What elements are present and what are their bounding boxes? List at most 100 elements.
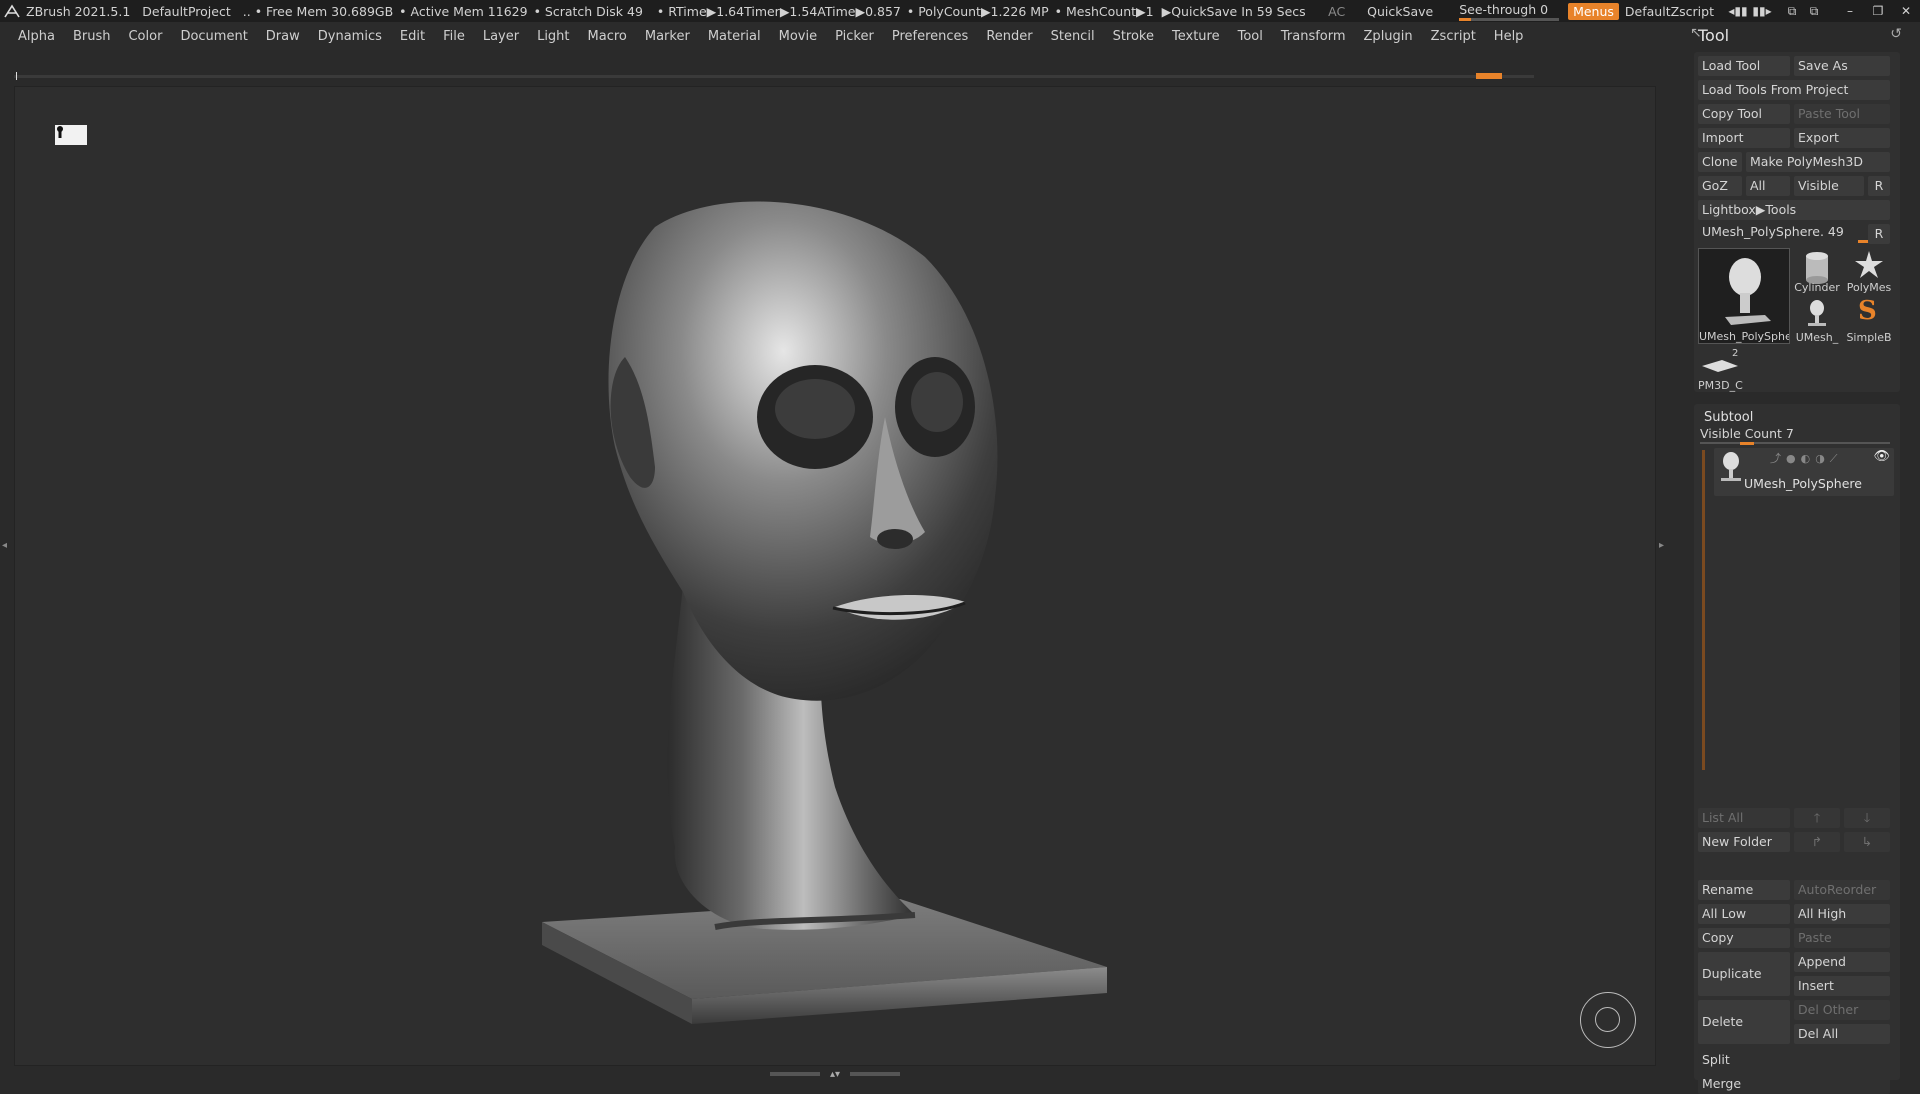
menus-button[interactable]: Menus [1568,2,1619,20]
menu-item-file[interactable]: File [443,29,465,44]
default-zscript-button[interactable]: DefaultZscript [1625,4,1714,19]
menu-item-stencil[interactable]: Stencil [1051,29,1095,44]
paste-tool-button[interactable]: Paste Tool [1794,104,1890,124]
perspective-toggle-icon[interactable] [55,125,87,145]
tool-thumb-polymesh[interactable]: PolyMes [1844,248,1894,294]
autoreorder-button[interactable]: AutoReorder [1794,880,1890,900]
import-button[interactable]: Import [1698,128,1790,148]
rename-button[interactable]: Rename [1698,880,1790,900]
all-low-button[interactable]: All Low [1698,904,1790,924]
see-through-slider[interactable]: See-through 0 [1459,2,1560,21]
duplicate-button[interactable]: Duplicate [1698,952,1790,996]
eye-icon[interactable]: 👁 [1873,449,1890,464]
layout-next-icon[interactable]: ▮▮▸ [1752,4,1772,18]
split-button[interactable]: Split [1698,1050,1890,1070]
menu-item-stroke[interactable]: Stroke [1113,29,1154,44]
all-high-button[interactable]: All High [1794,904,1890,924]
goz-button[interactable]: GoZ [1698,176,1742,196]
menu-item-help[interactable]: Help [1494,29,1524,44]
subtool-item[interactable]: ⤴●◐◑⟋ 👁 UMesh_PolySphere [1714,448,1894,496]
move-up-icon[interactable]: 🡑 [1794,808,1840,828]
timeline[interactable] [14,72,1534,82]
meshcount: • MeshCount▶1 [1054,3,1154,19]
tool-panel-title[interactable]: Tool [1698,26,1729,45]
load-tool-button[interactable]: Load Tool [1698,56,1790,76]
copy-tool-button[interactable]: Copy Tool [1698,104,1790,124]
tool-group: Load Tool Save As Load Tools From Projec… [1694,52,1900,392]
menu-item-marker[interactable]: Marker [645,29,690,44]
menu-item-transform[interactable]: Transform [1281,29,1346,44]
append-button[interactable]: Append [1794,952,1890,972]
menu-item-zplugin[interactable]: Zplugin [1364,29,1413,44]
ac-label[interactable]: AC [1328,4,1345,19]
tool-thumb-pm3d[interactable]: 2 PM3D_C [1698,346,1744,392]
menu-item-color[interactable]: Color [128,29,162,44]
navigation-gizmo-icon[interactable] [1580,992,1636,1048]
delete-button[interactable]: Delete [1698,1000,1790,1044]
make-polymesh3d-button[interactable]: Make PolyMesh3D [1746,152,1890,172]
goz-r-button[interactable]: R [1868,176,1890,196]
document-canvas[interactable] [14,86,1656,1066]
layout-icon[interactable]: ◂▮▮ [1728,4,1748,18]
tool-r-button[interactable]: R [1868,224,1890,244]
save-as-button[interactable]: Save As [1794,56,1890,76]
current-tool-slider[interactable]: UMesh_PolySphere. 49 [1702,224,1844,239]
tool-thumb-simplebrush[interactable]: S SimpleB [1844,296,1894,344]
export-button[interactable]: Export [1794,128,1890,148]
maximize-icon[interactable]: ❐ [1868,4,1888,18]
menu-item-tool[interactable]: Tool [1238,29,1263,44]
clone-button[interactable]: Clone [1698,152,1742,172]
timeline-marker[interactable] [1476,73,1502,79]
menu-item-picker[interactable]: Picker [835,29,874,44]
del-other-button[interactable]: Del Other [1794,1000,1890,1020]
close-icon[interactable]: ✕ [1896,4,1916,18]
menu-item-material[interactable]: Material [708,29,761,44]
del-all-button[interactable]: Del All [1794,1024,1890,1044]
new-folder-button[interactable]: New Folder [1698,832,1790,852]
float-window-icon[interactable]: ⧉ [1782,4,1802,19]
folder-in-icon[interactable]: ↳ [1844,832,1890,852]
tool-thumb-umesh-polysphere[interactable]: UMesh_PolySphe [1698,248,1790,344]
quicksave-button[interactable]: QuickSave [1367,4,1433,19]
move-down-icon[interactable]: 🡓 [1844,808,1890,828]
menu-item-light[interactable]: Light [537,29,569,44]
visible-count-slider[interactable]: Visible Count 7 [1700,426,1794,441]
menu-item-document[interactable]: Document [180,29,247,44]
paste-subtool-button[interactable]: Paste [1794,928,1890,948]
subtool-item-icons[interactable]: ⤴●◐◑⟋ [1770,450,1843,466]
menu-item-draw[interactable]: Draw [266,29,300,44]
project-name[interactable]: DefaultProject [142,4,230,19]
star-icon [1855,251,1883,278]
load-tools-from-project-button[interactable]: Load Tools From Project [1698,80,1890,100]
left-tray-handle[interactable]: ◂ [2,540,10,551]
menu-item-texture[interactable]: Texture [1172,29,1220,44]
minimize-icon[interactable]: – [1840,4,1860,18]
menu-item-alpha[interactable]: Alpha [18,29,55,44]
menu-item-dynamics[interactable]: Dynamics [318,29,382,44]
goz-visible-button[interactable]: Visible [1794,176,1864,196]
lightbox-tools-button[interactable]: Lightbox▶Tools [1698,200,1890,220]
sculpt-model[interactable] [15,87,1657,1067]
menu-item-movie[interactable]: Movie [779,29,817,44]
restore-layout-icon[interactable]: ⧉ [1804,4,1824,19]
subtool-title[interactable]: Subtool [1704,410,1753,425]
right-tray-handle[interactable]: ▸ [1659,540,1667,551]
bottom-tray-handle[interactable]: ▴▾ [770,1069,900,1080]
menu-item-layer[interactable]: Layer [483,29,519,44]
menu-item-zscript[interactable]: Zscript [1431,29,1476,44]
menu-item-macro[interactable]: Macro [588,29,627,44]
menu-item-edit[interactable]: Edit [400,29,425,44]
tool-thumb-cylinder[interactable]: Cylinder [1794,248,1840,294]
tool-thumb-umesh-small[interactable]: UMesh_ [1794,296,1840,344]
folder-out-icon[interactable]: ↱ [1794,832,1840,852]
menu-item-brush[interactable]: Brush [73,29,111,44]
insert-button[interactable]: Insert [1794,976,1890,996]
merge-button[interactable]: Merge [1698,1074,1890,1094]
goz-all-button[interactable]: All [1746,176,1790,196]
panel-reset-icon[interactable]: ↺ [1890,26,1902,42]
menu-item-preferences[interactable]: Preferences [892,29,968,44]
copy-subtool-button[interactable]: Copy [1698,928,1790,948]
subtool-list-scrollbar[interactable] [1702,450,1705,770]
menu-item-render[interactable]: Render [986,29,1032,44]
list-all-button[interactable]: List All [1698,808,1790,828]
